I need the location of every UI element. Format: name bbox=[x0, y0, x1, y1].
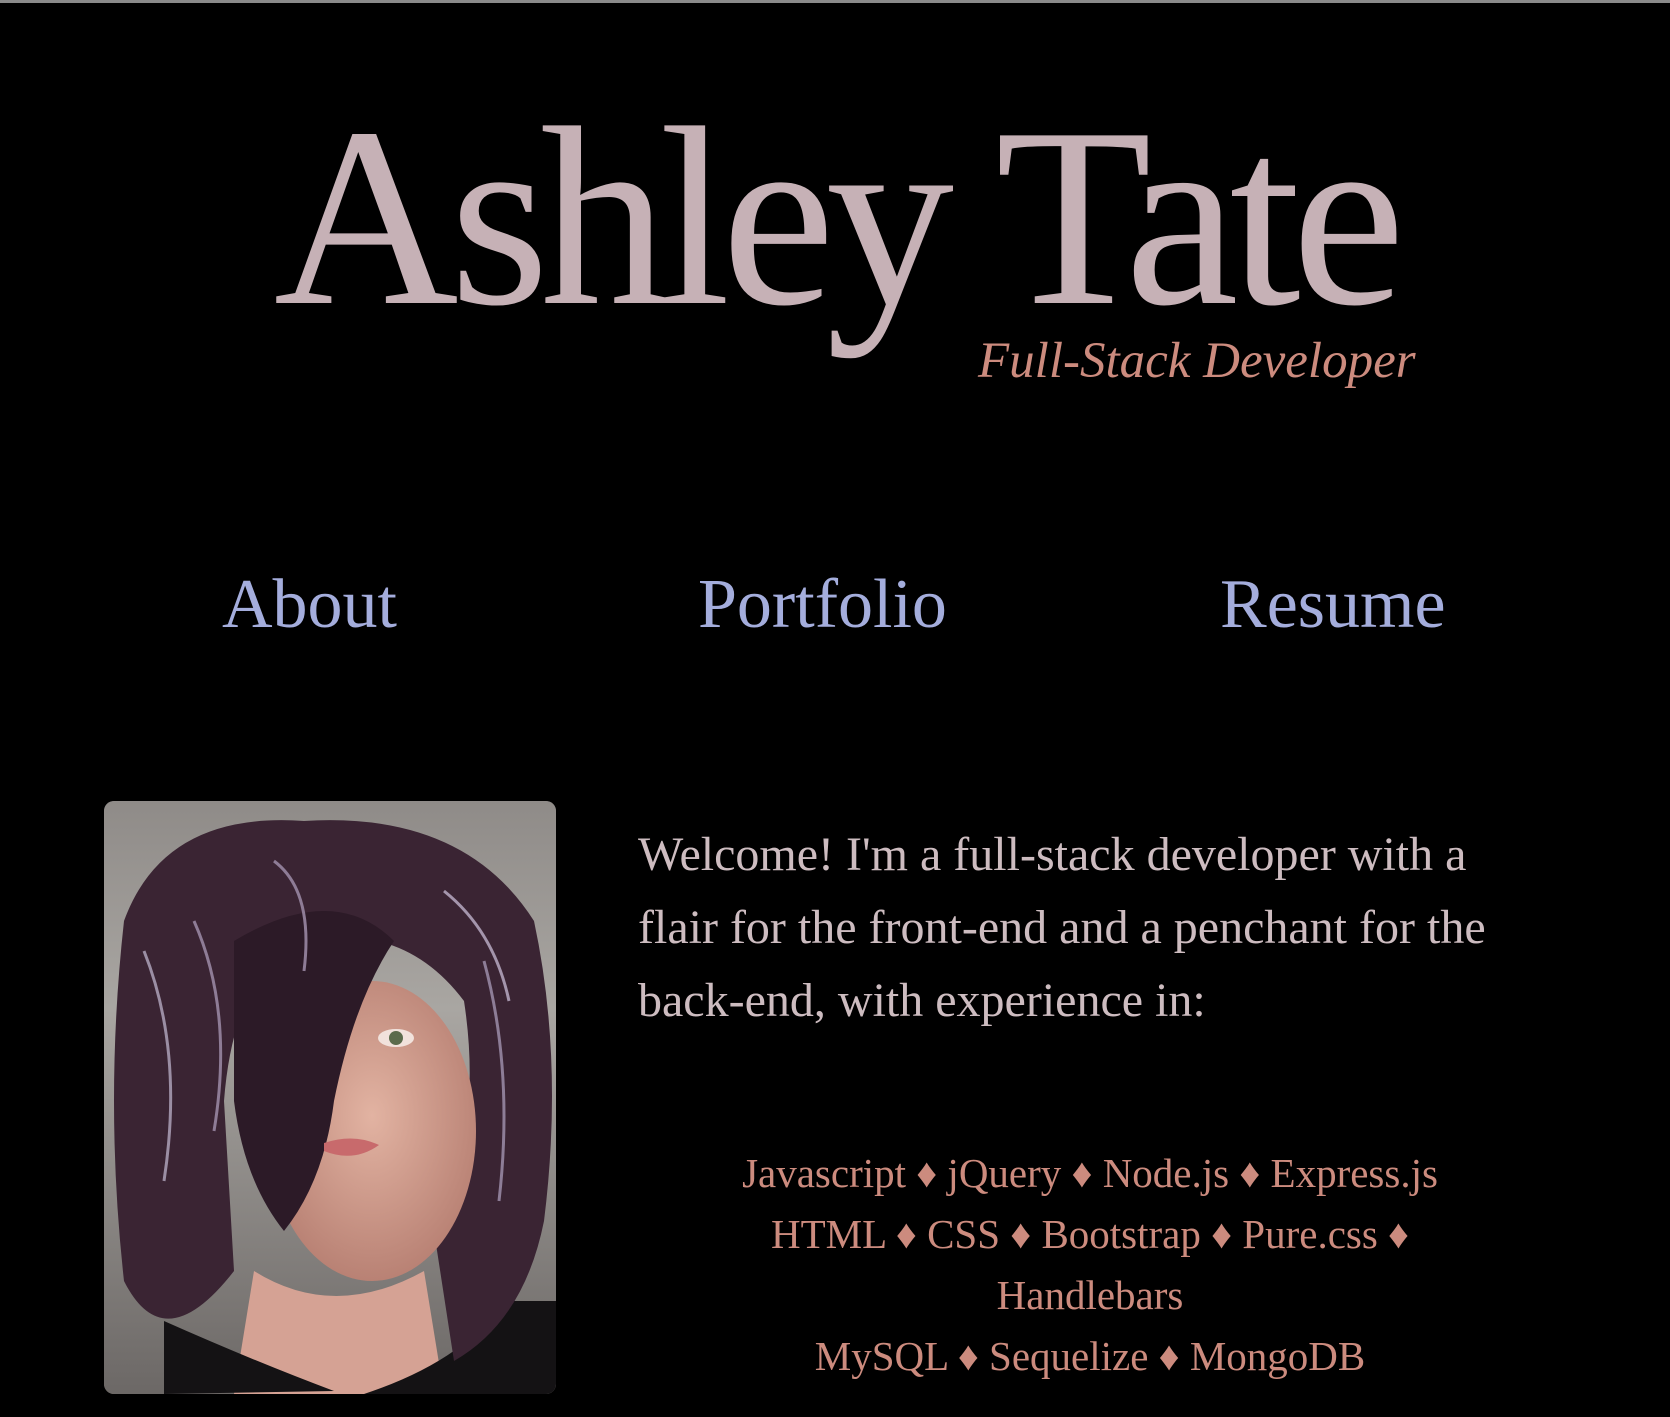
site-title: Ashley Tate bbox=[273, 76, 1406, 359]
skills-line: Javascript ♦ jQuery ♦ Node.js ♦ Express.… bbox=[742, 1150, 1438, 1196]
intro-text: Welcome! I'm a full-stack developer with… bbox=[638, 828, 1486, 1027]
nav-about-link[interactable]: About bbox=[222, 570, 397, 640]
skills-line: Handlebars bbox=[996, 1272, 1184, 1318]
skills-line: HTML ♦ CSS ♦ Bootstrap ♦ Pure.css ♦ bbox=[771, 1211, 1409, 1257]
top-rule bbox=[0, 0, 1670, 3]
nav-resume-link[interactable]: Resume bbox=[1220, 570, 1446, 640]
nav-portfolio-link[interactable]: Portfolio bbox=[698, 570, 947, 640]
site-tagline: Full-Stack Developer bbox=[978, 333, 1416, 389]
skills-list: Javascript ♦ jQuery ♦ Node.js ♦ Express.… bbox=[640, 1143, 1540, 1387]
skills-line: MySQL ♦ Sequelize ♦ MongoDB bbox=[814, 1333, 1366, 1379]
profile-photo bbox=[104, 801, 556, 1394]
